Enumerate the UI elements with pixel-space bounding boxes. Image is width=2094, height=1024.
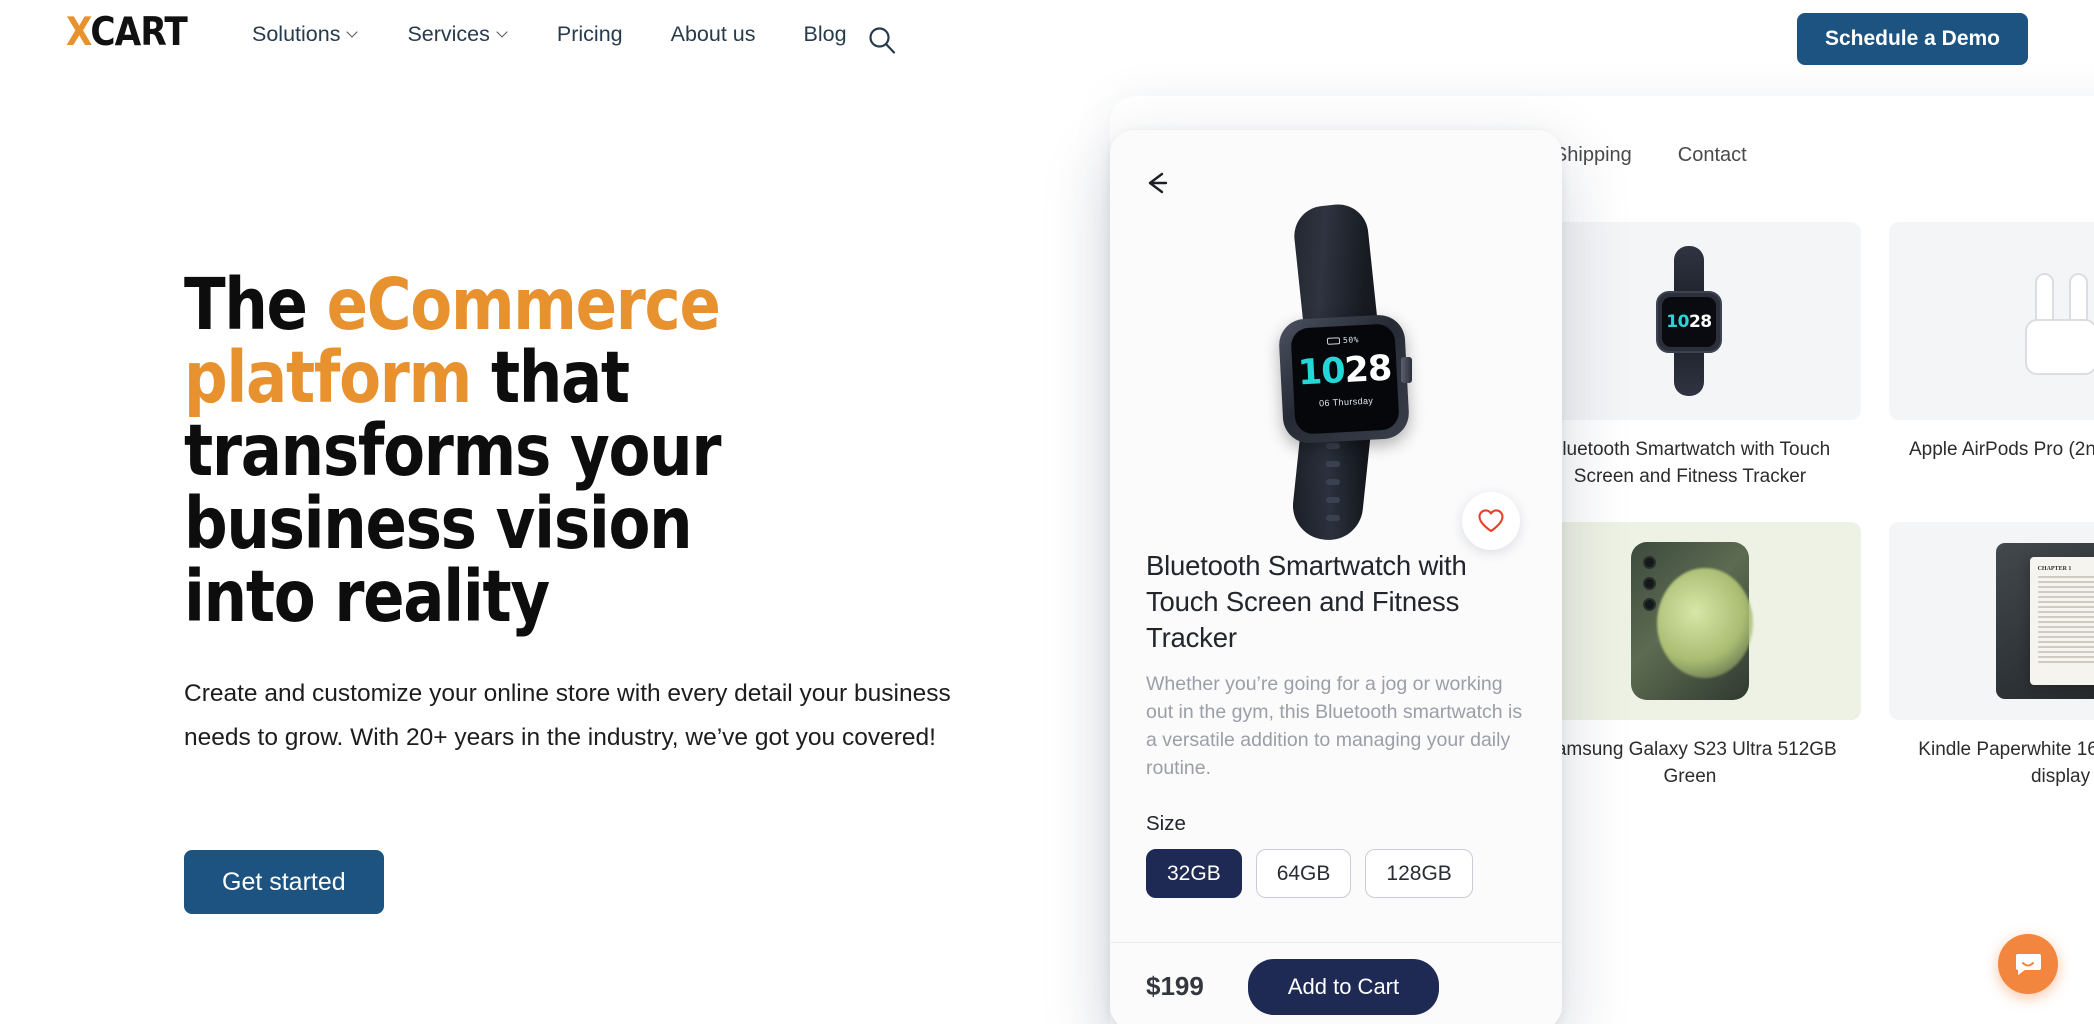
get-started-button[interactable]: Get started <box>184 850 384 914</box>
hero-subcopy: Create and customize your online store w… <box>184 680 951 751</box>
product-tile-name: Apple AirPods Pro (2nd Generation) <box>1909 439 2094 460</box>
watch-minute: 28 <box>1343 348 1393 391</box>
product-tile[interactable]: Apple AirPods Pro (2nd Generation) <box>1875 214 2094 514</box>
headline-plain-1: The <box>184 263 327 346</box>
search-icon[interactable] <box>866 24 898 56</box>
product-thumbnail <box>1518 522 1862 720</box>
arrow-left-icon[interactable] <box>1138 168 1178 198</box>
airpods-thumb-icon <box>1991 261 2094 381</box>
product-price: $199 <box>1146 971 1204 1001</box>
product-tile-name: Bluetooth Smartwatch with Touch Screen a… <box>1549 439 1831 487</box>
nav-item-about-us[interactable]: About us <box>647 16 780 53</box>
product-purchase-bar: $199 Add to Cart <box>1110 942 1562 1024</box>
product-tile[interactable]: CHAPTER 1 Kindle Paperwhite 16GB with 6.… <box>1875 514 2094 814</box>
product-thumbnail: 1028 <box>1518 222 1862 420</box>
watch-date: 06 Thursday <box>1318 395 1374 409</box>
product-detail-card: 50% 1028 06 Thursday Bluetooth Smartwatc… <box>1110 130 1562 1024</box>
store-nav-shipping[interactable]: Shipping <box>1554 144 1632 167</box>
main-navigation: Solutions Services Pricing About us Blog <box>228 16 871 53</box>
product-thumbnail <box>1889 222 2094 420</box>
chevron-down-icon <box>348 27 359 38</box>
nav-item-services[interactable]: Services <box>383 16 532 53</box>
favorite-button[interactable] <box>1462 492 1520 550</box>
nav-label: Blog <box>803 22 847 46</box>
logo-text: CART <box>90 10 187 55</box>
page-title: The eCommerce platform that transforms y… <box>184 268 786 633</box>
size-option-32gb[interactable]: 32GB <box>1146 849 1242 898</box>
product-thumbnail: CHAPTER 1 <box>1889 522 2094 720</box>
product-info: Bluetooth Smartwatch with Touch Screen a… <box>1110 548 1562 898</box>
product-description: Whether you’re going for a jog or workin… <box>1146 673 1523 779</box>
intercom-launcher-button[interactable] <box>1998 934 2058 994</box>
watch-battery: 50% <box>1342 335 1360 346</box>
size-selector: 32GB 64GB 128GB <box>1146 849 1526 898</box>
nav-label: Pricing <box>556 22 623 46</box>
add-to-cart-button[interactable]: Add to Cart <box>1247 958 1440 1015</box>
size-label: Size <box>1146 812 1186 835</box>
nav-item-blog[interactable]: Blog <box>780 16 871 53</box>
product-image: 50% 1028 06 Thursday <box>1110 200 1562 544</box>
product-tile-name: Kindle Paperwhite 16GB with 6.8" display <box>1918 739 2094 787</box>
site-header: XCART Solutions Services Pricing About u… <box>0 0 2094 82</box>
chat-bubble-icon <box>2016 954 2041 975</box>
logo-x: X <box>66 10 91 55</box>
site-logo[interactable]: XCART <box>66 10 188 55</box>
nav-item-pricing[interactable]: Pricing <box>533 16 647 53</box>
kindle-thumb-icon: CHAPTER 1 <box>1995 543 2094 699</box>
product-title: Bluetooth Smartwatch with Touch Screen a… <box>1146 550 1467 653</box>
store-nav-contact[interactable]: Contact <box>1678 144 1747 167</box>
landing-page: Hot deals New! Coming soon Shipping Cont… <box>0 0 2094 1024</box>
nav-item-solutions[interactable]: Solutions <box>228 16 383 53</box>
phone-thumb-icon <box>1630 542 1753 700</box>
hero-section: The eCommerce platform that transforms y… <box>0 0 1070 1024</box>
watch-thumb-icon: 1028 <box>1642 246 1738 396</box>
size-option-64gb[interactable]: 64GB <box>1255 849 1352 898</box>
heart-icon <box>1478 509 1504 533</box>
smartwatch-illustration: 50% 1028 06 Thursday <box>1203 201 1469 544</box>
schedule-demo-button[interactable]: Schedule a Demo <box>1796 13 2028 65</box>
nav-label: Services <box>407 22 490 46</box>
chevron-down-icon <box>498 27 509 38</box>
size-option-128gb[interactable]: 128GB <box>1365 849 1473 898</box>
nav-label: Solutions <box>252 22 341 46</box>
watch-hour: 10 <box>1296 351 1346 394</box>
product-tile-name: Samsung Galaxy S23 Ultra 512GB Green <box>1543 739 1837 787</box>
nav-label: About us <box>670 22 756 46</box>
